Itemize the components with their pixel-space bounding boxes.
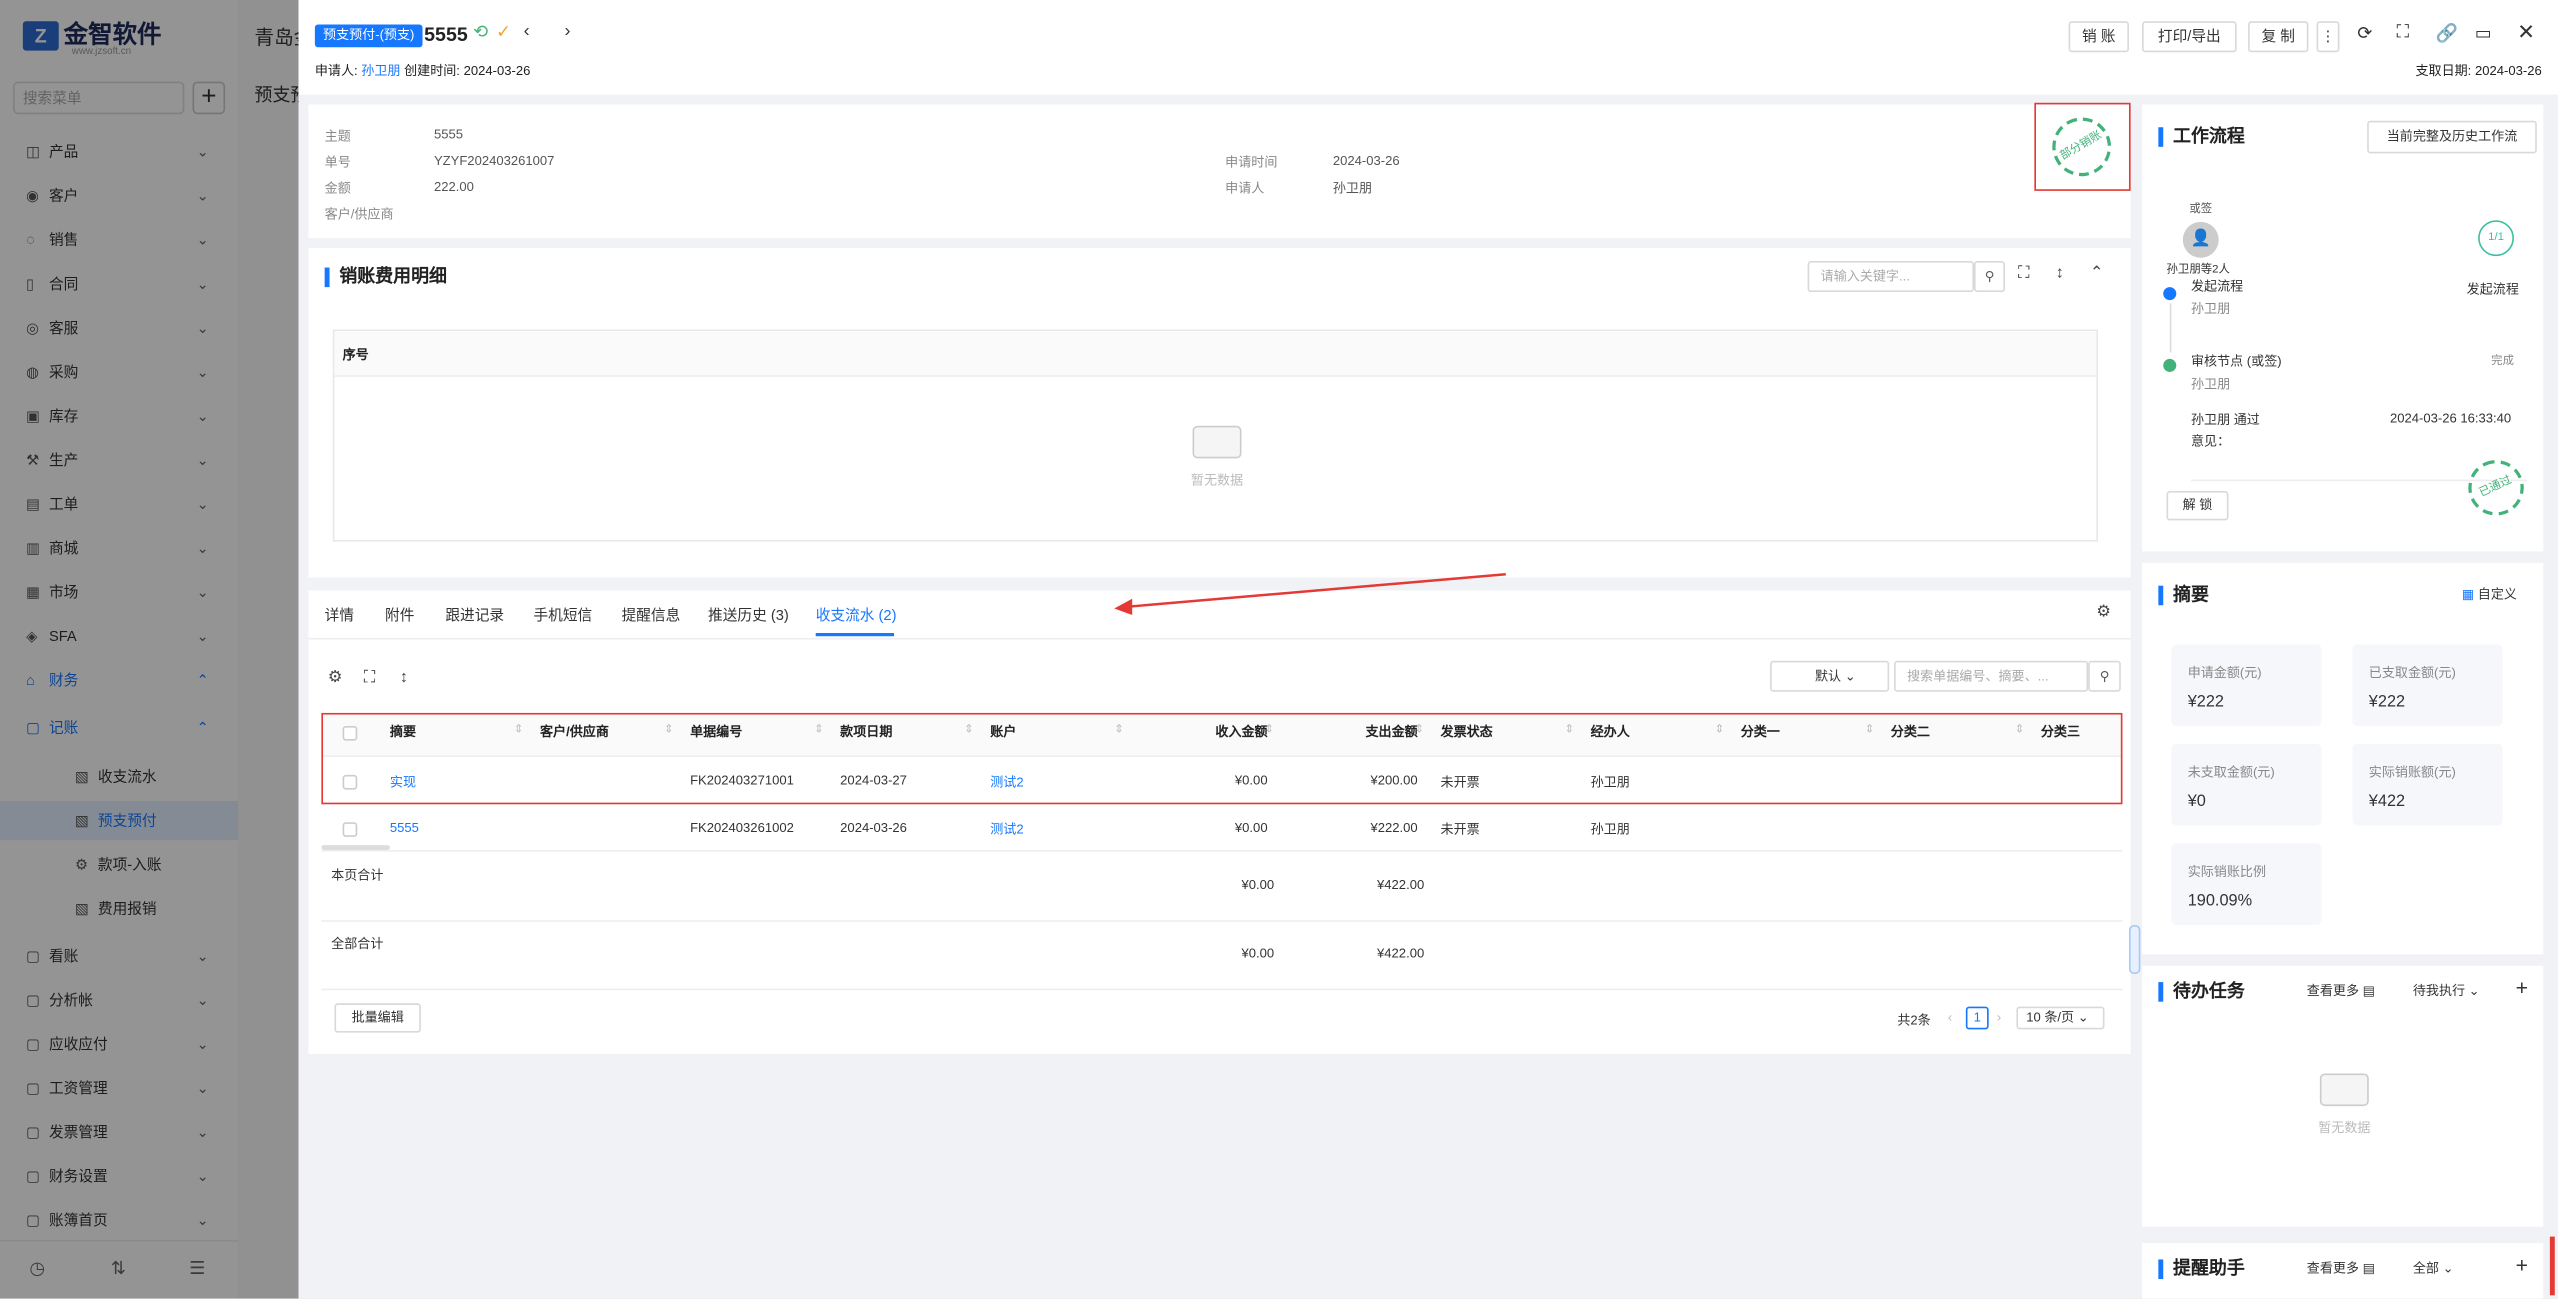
- annotation-arrow: [1114, 573, 1506, 616]
